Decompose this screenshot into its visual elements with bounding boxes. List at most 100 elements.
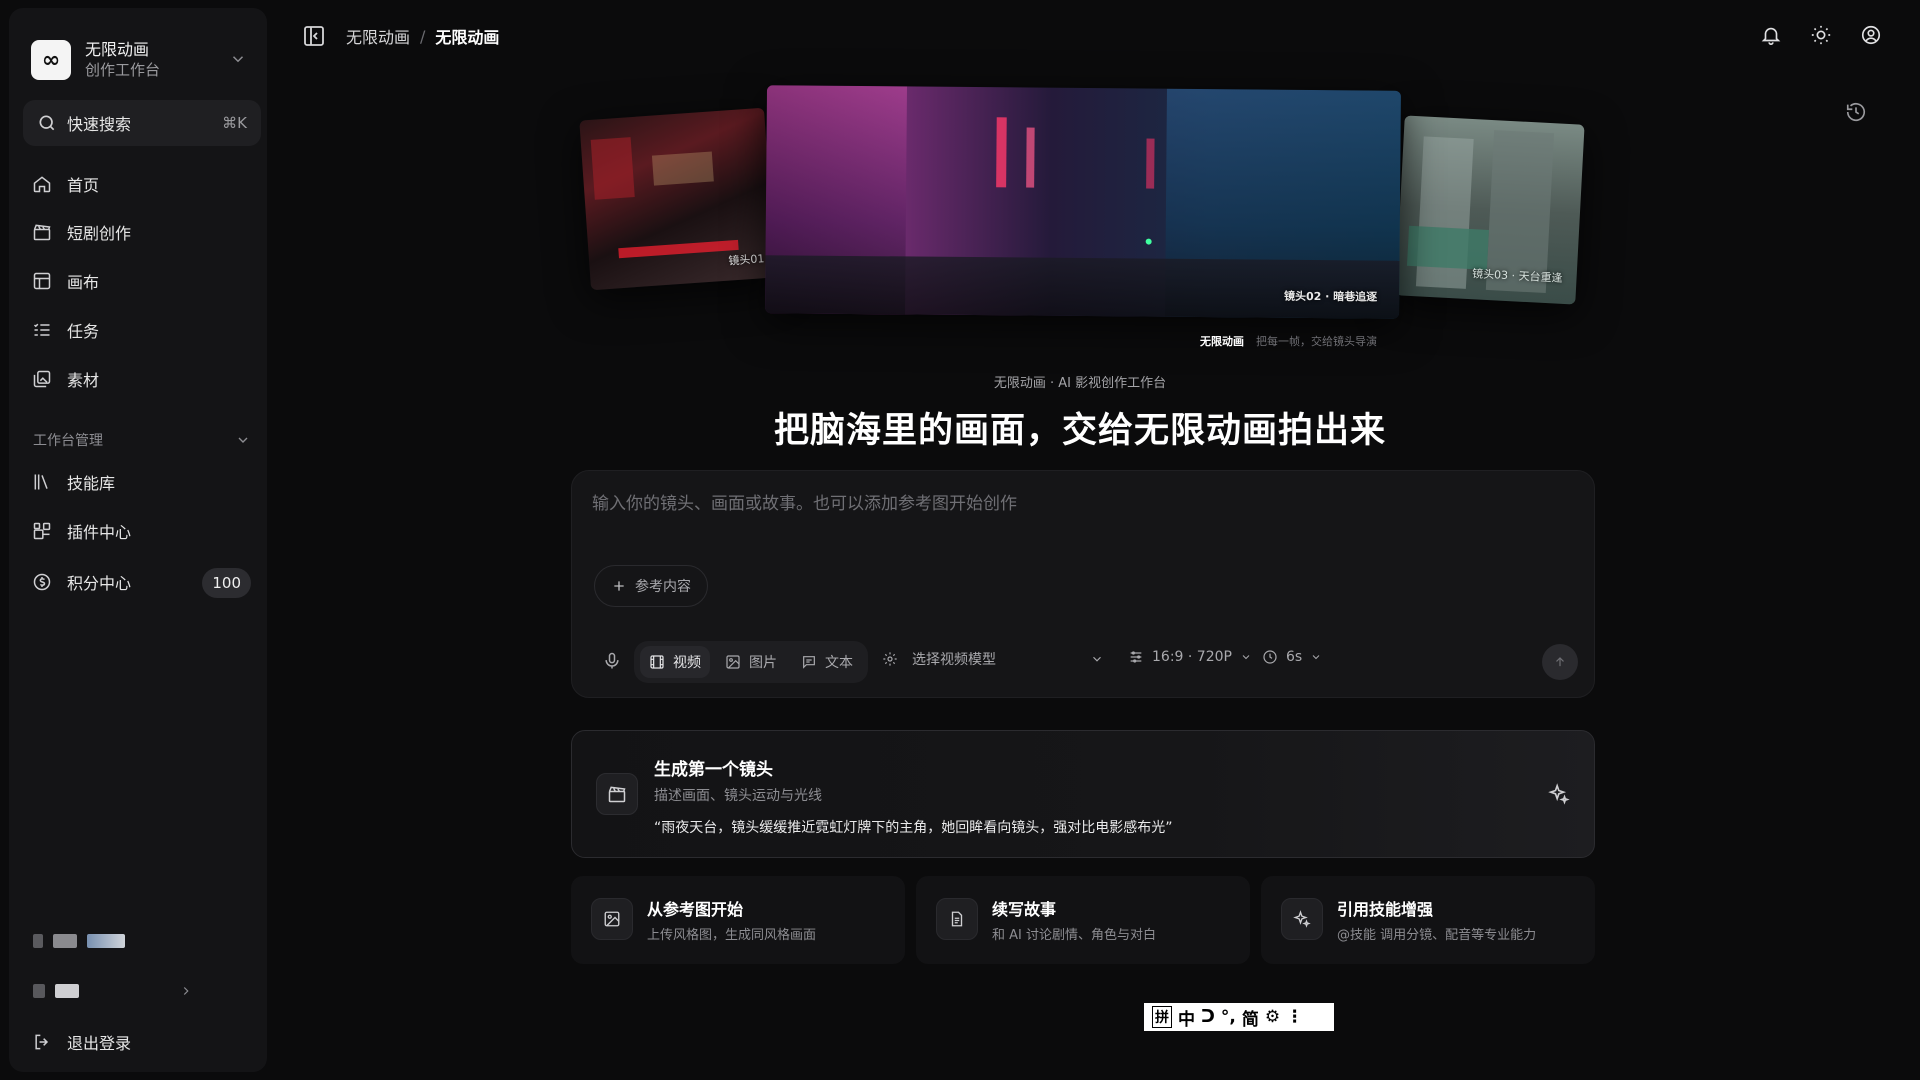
sidebar-item-label: 首页 <box>67 176 100 195</box>
quick-card-subtitle: @技能 调用分镜、配音等专业能力 <box>1337 928 1537 943</box>
mode-text-tab[interactable]: 文本 <box>792 646 862 678</box>
breadcrumb-parent[interactable]: 无限动画 <box>346 24 410 48</box>
logout-label: 退出登录 <box>67 1034 132 1053</box>
user-circle-icon <box>1861 25 1881 45</box>
sidebar-item-label: 短剧创作 <box>67 224 132 243</box>
ime-punctuation-button[interactable]: °, <box>1221 1007 1236 1027</box>
chevron-down-icon <box>232 56 244 63</box>
ime-language-button[interactable]: 中 <box>1178 1005 1195 1030</box>
model-select-label: 选择视频模型 <box>912 652 996 668</box>
mode-label: 文本 <box>825 655 853 671</box>
account-button[interactable] <box>1858 22 1884 48</box>
history-icon[interactable] <box>1845 101 1867 123</box>
sparkle-icon <box>1548 783 1570 805</box>
hero-caption: 无限动画 把每一帧，交给镜头导演 <box>1200 333 1377 349</box>
add-reference-button[interactable]: 参考内容 <box>594 565 708 607</box>
sidebar: ∞ 无限动画 创作工作台 快速搜索 ⌘K 首页 短剧创作 画布 任务 素材 工作… <box>9 8 267 1072</box>
page-subtitle: 无限动画 · AI 影视创作工作台 <box>993 376 1167 391</box>
card-example: “雨夜天台，镜头缓缓推近霓虹灯牌下的主角，她回眸看向镜头，强对比电影感布光” <box>654 820 1173 836</box>
hero-caption-text: 把每一帧，交给镜头导演 <box>1256 335 1377 348</box>
sidebar-toggle-icon[interactable] <box>302 24 326 48</box>
sun-icon <box>1811 25 1831 45</box>
ime-toolbar: 拼 中 ᑐ °, 简 ⚙ ⋮ <box>1144 1003 1334 1031</box>
breadcrumb-current: 无限动画 <box>435 28 500 47</box>
settings-icon <box>883 652 897 666</box>
quick-card-title: 续写故事 <box>992 900 1057 919</box>
frame-caption: 镜头01 <box>728 252 765 268</box>
sidebar-item-skills[interactable]: 技能库 <box>31 464 251 500</box>
sidebar-item-tasks[interactable]: 任务 <box>31 312 251 348</box>
mode-image-tab[interactable]: 图片 <box>716 646 786 678</box>
card-subtitle: 描述画面、镜头运动与光线 <box>654 788 822 804</box>
hero-frame-right: 镜头03 · 天台重逢 <box>1395 115 1585 305</box>
credits-badge: 100 <box>202 568 251 598</box>
chevron-right-icon <box>183 987 189 995</box>
mode-label: 图片 <box>749 655 777 671</box>
quick-card-title: 从参考图开始 <box>647 900 744 919</box>
layout-icon <box>31 270 53 292</box>
ime-moon-icon[interactable]: ᑐ <box>1201 1007 1215 1027</box>
logout-button[interactable]: 退出登录 <box>31 1024 251 1060</box>
document-icon <box>936 898 978 940</box>
message-icon <box>803 656 815 669</box>
search-label: 快速搜索 <box>67 115 132 134</box>
image-icon <box>591 898 633 940</box>
workspace-switcher[interactable]: ∞ 无限动画 创作工作台 <box>31 34 247 86</box>
ratio-label: 16:9 · 720P <box>1152 649 1232 665</box>
ime-settings-icon[interactable]: ⚙ <box>1265 1007 1280 1027</box>
search-shortcut: ⌘K <box>222 114 247 132</box>
clock-icon <box>1263 650 1277 664</box>
theme-toggle-button[interactable] <box>1808 22 1834 48</box>
quick-card-skill-enhance[interactable]: 引用技能增强 @技能 调用分镜、配音等专业能力 <box>1261 876 1595 964</box>
ime-more-icon[interactable]: ⋮ <box>1286 1007 1303 1027</box>
prompt-input[interactable]: 输入你的镜头、画面或故事。也可以添加参考图开始创作 <box>592 489 1017 514</box>
page-headline: 把脑海里的画面，交给无限动画拍出来 <box>773 411 1386 451</box>
library-icon <box>31 471 53 493</box>
sidebar-item-label: 技能库 <box>67 474 116 493</box>
add-reference-label: 参考内容 <box>635 579 691 595</box>
prompt-composer: 输入你的镜头、画面或故事。也可以添加参考图开始创作 参考内容 视频 图片 文本 … <box>571 470 1595 698</box>
breadcrumb-separator: / <box>420 26 426 46</box>
sidebar-item-label: 插件中心 <box>67 523 132 542</box>
sidebar-item-canvas[interactable]: 画布 <box>31 263 251 299</box>
sidebar-item-short-drama[interactable]: 短剧创作 <box>31 214 251 250</box>
card-title: 生成第一个镜头 <box>654 760 773 780</box>
model-select[interactable]: 选择视频模型 <box>882 649 1104 669</box>
ime-simplified-button[interactable]: 简 <box>1242 1005 1259 1030</box>
notifications-button[interactable] <box>1758 22 1784 48</box>
sliders-icon <box>1130 651 1142 663</box>
redacted-user-info <box>33 934 125 948</box>
arrow-up-icon <box>1556 657 1564 667</box>
plus-icon <box>614 581 624 591</box>
send-button[interactable] <box>1542 644 1578 680</box>
coin-icon <box>31 571 53 593</box>
quick-card-subtitle: 和 AI 讨论剧情、角色与对白 <box>992 928 1156 943</box>
sidebar-item-plugins[interactable]: 插件中心 <box>31 513 251 549</box>
sidebar-item-home[interactable]: 首页 <box>31 166 251 202</box>
microphone-icon[interactable] <box>602 651 622 671</box>
generate-first-shot-card[interactable]: 生成第一个镜头 描述画面、镜头运动与光线 “雨夜天台，镜头缓缓推近霓虹灯牌下的主… <box>571 730 1595 858</box>
quick-card-reference-image[interactable]: 从参考图开始 上传风格图，生成同风格画面 <box>571 876 905 964</box>
quick-search-button[interactable]: 快速搜索 ⌘K <box>23 100 261 146</box>
home-icon <box>31 173 53 195</box>
account-row[interactable] <box>33 984 193 998</box>
workspace-name: 无限动画 <box>85 40 150 59</box>
chevron-down-icon <box>1242 655 1250 660</box>
frame-caption: 镜头02 · 暗巷追逐 <box>1283 289 1378 304</box>
duration-select[interactable]: 6s <box>1262 649 1322 665</box>
search-icon <box>39 115 55 131</box>
sidebar-item-credits[interactable]: 积分中心 100 <box>31 564 251 600</box>
ratio-select[interactable]: 16:9 · 720P <box>1128 649 1252 665</box>
image-icon <box>726 655 740 669</box>
plugin-icon <box>31 520 53 542</box>
sidebar-item-label: 画布 <box>67 273 100 292</box>
sidebar-item-label: 积分中心 <box>67 574 132 593</box>
quick-card-continue-story[interactable]: 续写故事 和 AI 讨论剧情、角色与对白 <box>916 876 1250 964</box>
hero-storyboard: 镜头01 镜头03 · 天台重逢 镜头02 · 暗巷追逐 <box>570 85 1590 356</box>
chevron-down-icon <box>1312 655 1320 660</box>
clapperboard-icon <box>31 221 53 243</box>
mode-video-tab[interactable]: 视频 <box>640 646 710 678</box>
hero-frame-center: 镜头02 · 暗巷追逐 <box>765 85 1401 319</box>
sparkle-icon <box>1281 898 1323 940</box>
ime-pinyin-button[interactable]: 拼 <box>1152 1006 1172 1028</box>
